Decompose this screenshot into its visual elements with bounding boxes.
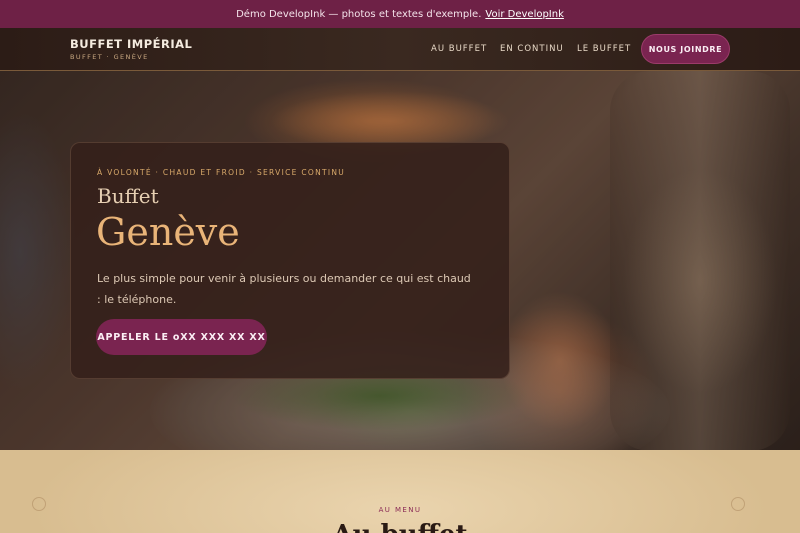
hero-title-small: Buffet — [97, 184, 159, 208]
hero-kicker: À VOLONTÉ · CHAUD ET FROID · SERVICE CON… — [97, 168, 346, 177]
brand-logo[interactable]: BUFFET IMPÉRIAL BUFFET · GENÈVE — [70, 37, 192, 61]
demo-banner-text: Démo DevelopInk — photos et textes d'exe… — [236, 8, 482, 20]
nav-link-en-continu[interactable]: EN CONTINU — [500, 44, 564, 54]
section-title: Au buffet — [0, 520, 800, 533]
nav-link-le-buffet[interactable]: LE BUFFET — [577, 44, 631, 54]
hero-card: À VOLONTÉ · CHAUD ET FROID · SERVICE CON… — [70, 142, 510, 379]
site-header: BUFFET IMPÉRIAL BUFFET · GENÈVE AU BUFFE… — [0, 28, 800, 71]
brand-subtitle: BUFFET · GENÈVE — [70, 53, 149, 61]
hero-section: À VOLONTÉ · CHAUD ET FROID · SERVICE CON… — [0, 71, 800, 450]
brand-title: BUFFET IMPÉRIAL — [70, 37, 193, 51]
hero-title-big: Genève — [96, 210, 240, 254]
menu-section: AU MENU Au buffet — [0, 450, 800, 533]
contact-button[interactable]: NOUS JOINDRE — [641, 34, 730, 64]
section-kicker: AU MENU — [378, 506, 422, 514]
demo-banner-link[interactable]: Voir DevelopInk — [485, 9, 564, 20]
hero-lead-text: Le plus simple pour venir à plusieurs ou… — [97, 272, 471, 306]
call-phone-button[interactable]: APPELER LE oXX XXX XX XX — [96, 319, 267, 355]
demo-banner: Démo DevelopInk — photos et textes d'exe… — [0, 0, 800, 28]
nav-link-au-buffet[interactable]: AU BUFFET — [431, 44, 487, 54]
